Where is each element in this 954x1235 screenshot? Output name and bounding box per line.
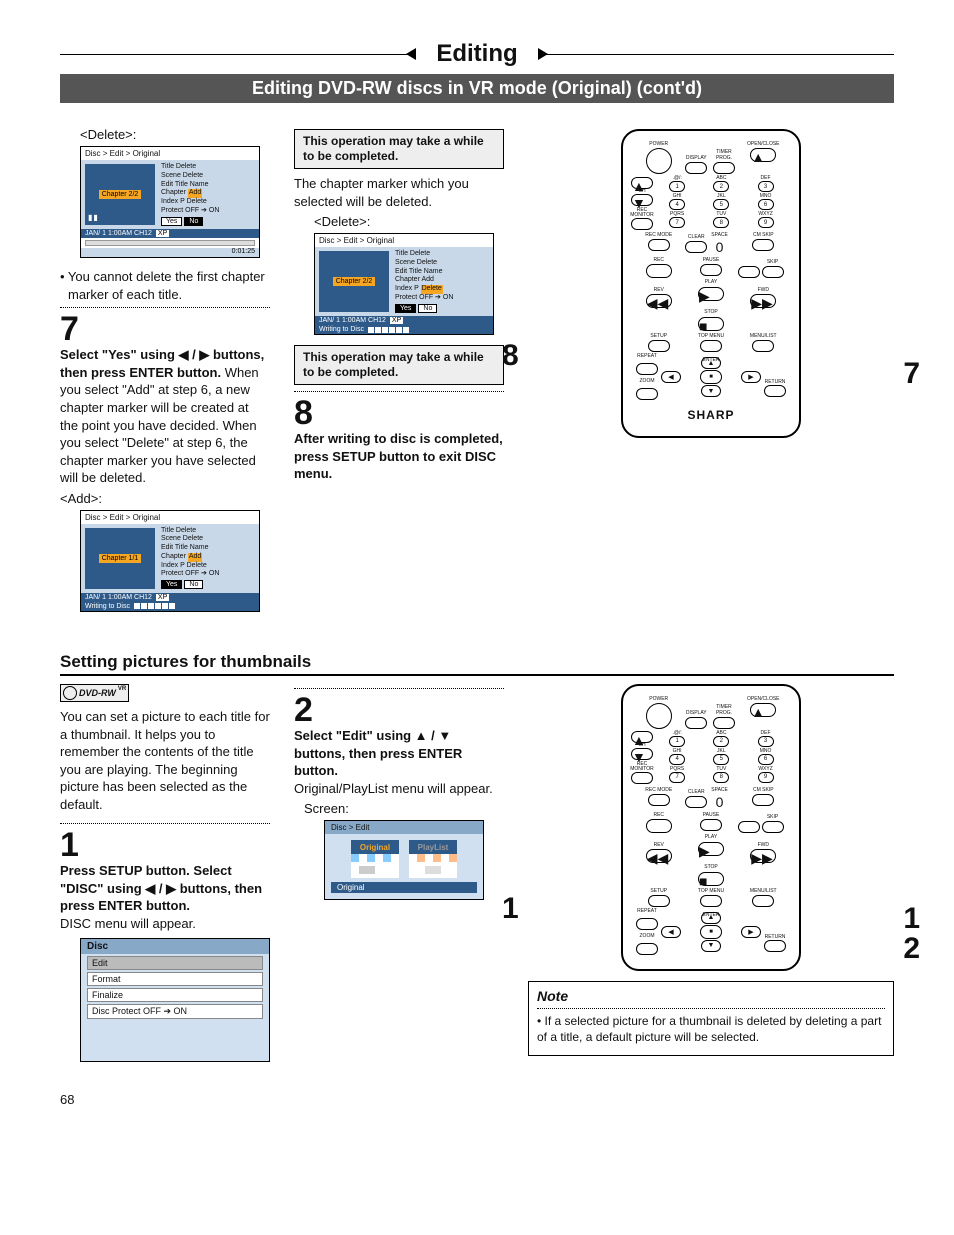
cm-skip-button[interactable] [752,239,774,251]
body-chapter-deleted: The chapter marker which you selected wi… [294,175,504,210]
note-operation-1: This operation may take a while to be co… [294,129,504,169]
setup-button-2[interactable] [648,895,670,907]
repeat-button[interactable] [636,363,658,375]
stop-button[interactable]: ■ [698,317,724,331]
callout-2-right: 2 [903,932,920,966]
keypad-6[interactable]: 6 [758,199,774,210]
step-number-8: 8 [294,396,504,430]
callout-7: 7 [903,357,920,391]
note-operation-2: This operation may take a while to be co… [294,345,504,385]
arrow-up-button[interactable]: ▲ [701,357,721,369]
keypad-3[interactable]: 3 [758,181,774,192]
power-button-2[interactable] [646,703,672,729]
step-number-7: 7 [60,312,270,346]
arrow-down-button[interactable]: ▼ [701,385,721,397]
display-button[interactable] [685,162,707,174]
delete-heading-2: <Delete>: [314,214,504,229]
power-button[interactable] [646,148,672,174]
dpad: ENTER ▲ ▼ ◀ ▶ [661,357,761,397]
step-number-2: 2 [294,693,504,727]
edit-screen-screenshot: Disc > Edit Original PlayList Original [324,820,484,900]
menu-list-button[interactable] [752,340,774,352]
step1-instruction: Press SETUP button. Select "DISC" using … [60,862,270,932]
page-title: Editing [416,40,537,68]
open-close-button[interactable]: ▲ [750,148,776,162]
callout-8: 8 [502,339,519,373]
brand-label: SHARP [633,408,789,422]
section-thumbnails-title: Setting pictures for thumbnails [60,652,894,676]
top-menu-button[interactable] [700,340,722,352]
return-button[interactable] [764,385,786,397]
disc-menu-screenshot: Disc Edit Format Finalize Disc Protect O… [80,938,270,1062]
step8-instruction: After writing to disc is completed, pres… [294,430,504,483]
note-box: Note • If a selected picture for a thumb… [528,981,894,1056]
rec-monitor-button[interactable] [631,218,653,230]
remote-control-bottom: POWER DISPLAY TIMER PROG. OPEN/CLOSE▲ ▲C… [621,684,801,971]
keypad-5[interactable]: 5 [713,199,729,210]
rec-button[interactable] [646,264,672,278]
keypad-8[interactable]: 8 [713,217,729,228]
step7-instruction: Select "Yes" using ◀ / ▶ buttons, then p… [60,346,270,486]
rev-button[interactable]: ◀◀ [646,294,672,308]
timer-prog-button[interactable] [713,162,735,174]
keypad-9[interactable]: 9 [758,217,774,228]
step-number-1: 1 [60,828,270,862]
step2-instruction: Select "Edit" using ▲ / ▼ buttons, then … [294,727,504,797]
page-subtitle: Editing DVD-RW discs in VR mode (Origina… [60,74,894,103]
ch-up-button[interactable]: ▲ [631,177,653,189]
screen-label: Screen: [304,801,504,816]
page-title-banner: Editing [60,40,894,68]
keypad-2[interactable]: 2 [713,181,729,192]
enter-button[interactable] [700,370,722,384]
callout-1-right: 1 [903,902,920,936]
dvd-rw-vr-badge: DVD-RWVR [60,684,129,702]
osd-delete-2: Disc > Edit > Original Chapter 2/2 Title… [314,233,494,335]
remote-control-top: POWER DISPLAY TIMER PROG. OPEN/CLOSE▲ ▲ … [621,129,801,438]
pause-button[interactable] [700,264,722,276]
skip-fwd-button[interactable] [762,266,784,278]
page-number: 68 [60,1092,894,1107]
arrow-right-button[interactable]: ▶ [741,371,761,383]
thumbnails-intro: You can set a picture to each title for … [60,708,270,813]
osd-add: Disc > Edit > Original Chapter 1/1 Title… [80,510,260,612]
zoom-button[interactable] [636,388,658,400]
rec-mode-button[interactable] [648,239,670,251]
ch-down-button[interactable]: ▼ [631,194,653,206]
keypad-4[interactable]: 4 [669,199,685,210]
keypad-0[interactable]: 0 [716,239,724,255]
keypad-7[interactable]: 7 [669,217,685,228]
play-button[interactable]: ▶ [698,287,724,301]
keypad-1[interactable]: 1 [669,181,685,192]
arrow-left-button[interactable]: ◀ [661,371,681,383]
pause-icon: ▮▮ [88,213,99,222]
fwd-button[interactable]: ▶▶ [750,294,776,308]
clear-button[interactable] [685,241,707,253]
add-heading: <Add>: [60,491,270,506]
delete-heading: <Delete>: [80,127,270,142]
enter-button-2[interactable] [700,925,722,939]
skip-back-button[interactable] [738,266,760,278]
bullet-cannot-delete: • You cannot delete the first chapter ma… [60,268,270,303]
setup-button[interactable] [648,340,670,352]
callout-1-left: 1 [502,892,519,926]
osd-delete-1: Disc > Edit > Original Chapter 2/2 ▮▮ Ti… [80,146,260,258]
